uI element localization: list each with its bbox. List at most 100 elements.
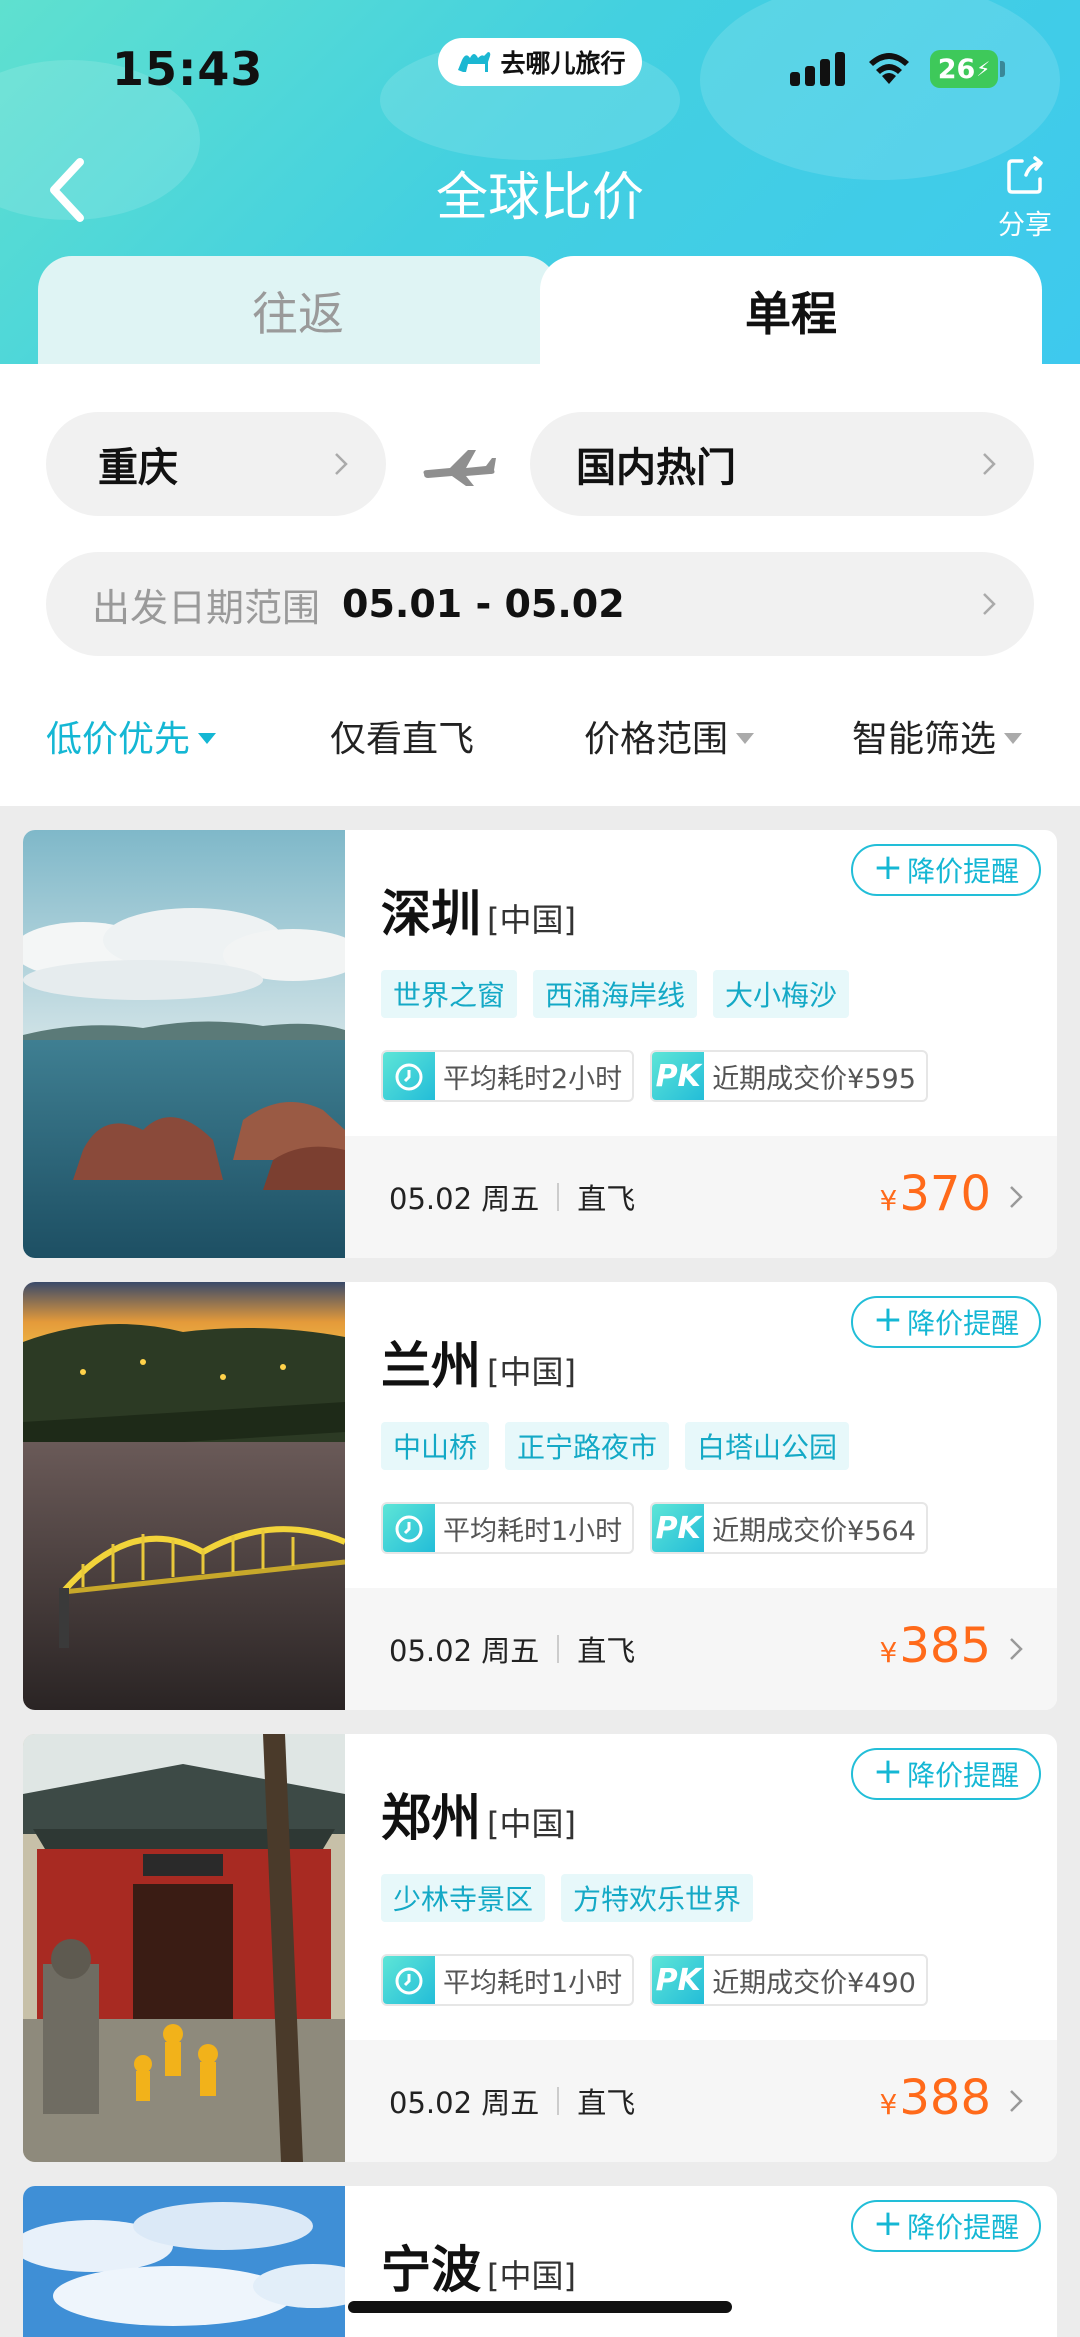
flight-type: 直飞 (577, 1182, 636, 1216)
country-label: [中国] (487, 1805, 576, 1843)
country-label: [中国] (487, 1353, 576, 1391)
price: ¥385 (880, 1618, 991, 1674)
price-alert-button[interactable]: + 降价提醒 (851, 1748, 1041, 1800)
price-alert-label: 降价提醒 (907, 1307, 1020, 1340)
currency-symbol: ¥ (879, 1636, 898, 1669)
cellular-signal-icon (790, 52, 845, 86)
flight-type: 直飞 (577, 1634, 636, 1668)
result-card[interactable]: + 降价提醒 深圳 [中国] 世界之窗 西涌海岸线 大小梅沙 平均耗时2小时 PK … (23, 830, 1057, 1258)
chevron-right-icon (1010, 1186, 1023, 1208)
flight-meta: 平均耗时2小时 PK 近期成交价¥595 (381, 1050, 928, 1102)
date-range-label: 出发日期范围 (92, 585, 321, 630)
duration-text: 平均耗时1小时 (443, 1515, 623, 1547)
filter-label: 价格范围 (584, 719, 729, 760)
chevron-right-icon (983, 593, 996, 615)
attraction-tag: 正宁路夜市 (505, 1422, 670, 1470)
price-alert-button[interactable]: + 降价提醒 (851, 2200, 1041, 2252)
destination-photo (23, 1282, 345, 1710)
header: 15:43 去哪儿旅行 26 ⚡ 全球比价 分享 往返 单程 (0, 0, 1080, 365)
country-label: [中国] (487, 2257, 576, 2295)
duration-text: 平均耗时2小时 (443, 1063, 623, 1095)
bridge-night-image (23, 1282, 345, 1710)
price-alert-button[interactable]: + 降价提醒 (851, 844, 1041, 896)
duration-text: 平均耗时1小时 (443, 1967, 623, 1999)
battery-indicator: 26 ⚡ (930, 50, 998, 88)
status-time: 15:43 (112, 42, 264, 96)
filter-label: 智能筛选 (852, 719, 997, 760)
search-panel: 重庆 国内热门 出发日期范围 05.01 - 05.02 低价优先 仅看直飞 价… (0, 364, 1080, 806)
result-card[interactable]: + 降价提醒 宁波 [中国] (23, 2186, 1057, 2337)
chevron-right-icon (1010, 2090, 1023, 2112)
price-alert-label: 降价提醒 (907, 855, 1020, 888)
city-name: 深圳 (381, 885, 481, 943)
destination-city-name: 郑州 [中国] (381, 1778, 576, 1850)
result-card-body: + 降价提醒 兰州 [中国] 中山桥 正宁路夜市 白塔山公园 平均耗时1小时 PK … (345, 1282, 1057, 1710)
share-label: 分享 (998, 210, 1052, 241)
result-card[interactable]: + 降价提醒 郑州 [中国] 少林寺景区 方特欢乐世界 平均耗时1小时 PK 近期成… (23, 1734, 1057, 2162)
result-card-body: + 降价提醒 深圳 [中国] 世界之窗 西涌海岸线 大小梅沙 平均耗时2小时 PK … (345, 830, 1057, 1258)
plus-icon: + (872, 1299, 904, 1340)
result-card[interactable]: + 降价提醒 兰州 [中国] 中山桥 正宁路夜市 白塔山公园 平均耗时1小时 PK … (23, 1282, 1057, 1710)
attraction-tags: 少林寺景区 方特欢乐世界 (381, 1874, 754, 1922)
result-card-footer: 05.02 周五 直飞 ¥388 (345, 2040, 1057, 2162)
pk-icon: PK (652, 1504, 705, 1552)
chevron-right-icon (335, 453, 348, 475)
attraction-tag: 西涌海岸线 (533, 970, 698, 1018)
price-value: 370 (899, 1166, 991, 1222)
filter-lowest-price[interactable]: 低价优先 (46, 710, 217, 762)
city-name: 宁波 (381, 2241, 481, 2299)
price-value: 388 (899, 2070, 991, 2126)
attraction-tags: 世界之窗 西涌海岸线 大小梅沙 (381, 970, 850, 1018)
airplane-icon (423, 450, 496, 486)
filter-direct-only[interactable]: 仅看直飞 (330, 710, 474, 762)
sky-image (23, 2186, 345, 2337)
divider (557, 1635, 560, 1663)
recent-price: PK 近期成交价¥595 (650, 1050, 928, 1102)
plus-icon: + (872, 1751, 904, 1792)
destination-photo (23, 1734, 345, 2162)
price: ¥370 (880, 1166, 991, 1222)
clock-icon (383, 1052, 435, 1100)
destination-city-name: 兰州 [中国] (381, 1326, 576, 1398)
attraction-tag: 世界之窗 (381, 970, 518, 1018)
share-icon (1007, 156, 1043, 194)
clock-icon (383, 1956, 435, 2004)
country-label: [中国] (487, 901, 576, 939)
result-card-footer: 05.02 周五 直飞 ¥385 (345, 1588, 1057, 1710)
trip-type-tabs: 往返 单程 (38, 256, 1042, 365)
tab-roundtrip[interactable]: 往返 (38, 256, 558, 365)
recent-price: PK 近期成交价¥564 (650, 1502, 928, 1554)
attraction-tag: 中山桥 (381, 1422, 490, 1470)
map-decoration (700, 0, 1060, 180)
flight-date: 05.02 周五 (389, 2086, 540, 2120)
result-card-body: + 降价提醒 郑州 [中国] 少林寺景区 方特欢乐世界 平均耗时1小时 PK 近期成… (345, 1734, 1057, 2162)
filter-smart[interactable]: 智能筛选 (852, 710, 1023, 762)
city-name: 兰州 (381, 1337, 481, 1395)
flight-date: 05.02 周五 (389, 1182, 540, 1216)
price-alert-label: 降价提醒 (907, 1759, 1020, 1792)
plus-icon: + (872, 2203, 904, 2244)
departure-city-selector[interactable]: 重庆 (46, 412, 386, 516)
price-alert-button[interactable]: + 降价提醒 (851, 1296, 1041, 1348)
attraction-tag: 白塔山公园 (685, 1422, 850, 1470)
price-alert-label: 降价提醒 (907, 2211, 1020, 2244)
destination-selector[interactable]: 国内热门 (530, 412, 1034, 516)
app-indicator-pill: 去哪儿旅行 (438, 38, 642, 86)
destination-city-name: 深圳 [中国] (381, 874, 576, 946)
filter-price-range[interactable]: 价格范围 (584, 710, 755, 762)
date-range-selector[interactable]: 出发日期范围 05.01 - 05.02 (46, 552, 1034, 656)
dropdown-arrow-icon (1004, 732, 1023, 744)
divider (557, 2087, 560, 2115)
recent-price: PK 近期成交价¥490 (650, 1954, 928, 2006)
destination-city-name: 宁波 [中国] (381, 2230, 576, 2302)
destination-photo (23, 2186, 345, 2337)
app-name: 去哪儿旅行 (500, 49, 626, 78)
flight-type: 直飞 (577, 2086, 636, 2120)
price: ¥388 (880, 2070, 991, 2126)
attraction-tag: 方特欢乐世界 (561, 1874, 754, 1922)
pk-icon: PK (652, 1956, 705, 2004)
departure-city: 重庆 (98, 445, 178, 491)
chevron-right-icon (983, 453, 996, 475)
share-button[interactable]: 分享 (990, 155, 1060, 242)
tab-oneway[interactable]: 单程 (540, 256, 1042, 365)
